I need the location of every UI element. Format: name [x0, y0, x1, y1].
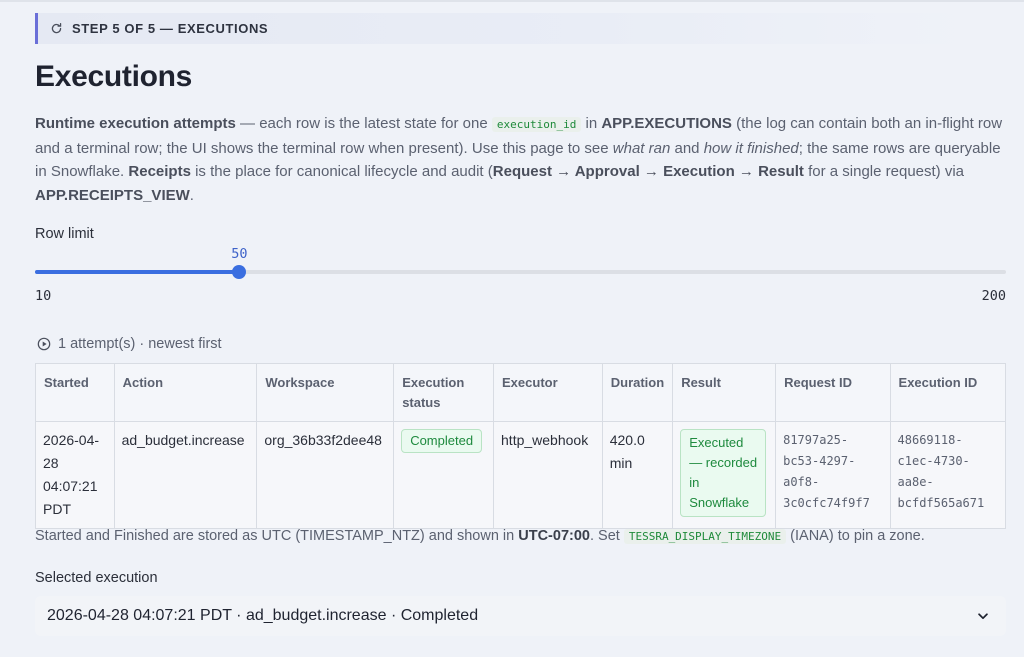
attempts-text: 1 attempt(s) · newest first [58, 336, 222, 352]
attempts-summary: 1 attempt(s) · newest first [37, 336, 222, 352]
column-header[interactable]: Execution status [393, 363, 495, 422]
intro-text: in [581, 115, 602, 132]
intro-lead: Runtime execution attempts [35, 115, 236, 132]
column-header[interactable]: Workspace [256, 363, 395, 422]
cell-status: Completed [393, 421, 495, 529]
cell-action: ad_budget.increase [113, 421, 258, 529]
intro-text: is the place for canonical lifecycle and… [190, 163, 493, 180]
row-limit-label: Row limit [35, 226, 94, 242]
intro-emphasis: how it finished [703, 139, 799, 157]
selected-execution-select[interactable]: 2026-04-28 04:07:21 PDT · ad_budget.incr… [35, 596, 1006, 636]
status-badge: Completed [401, 429, 483, 453]
result-badge: Executed — recorded in Snowflake [680, 429, 767, 517]
intro-text: . [189, 186, 194, 204]
lifecycle-flow: Request → Approval → Execution → Result [492, 163, 804, 180]
column-header[interactable]: Action [113, 363, 258, 422]
cell-request-id: 81797a25-bc53-4297-a0f8-3c0cfc74f9f7 [775, 421, 891, 529]
column-header[interactable]: Result [672, 363, 777, 422]
timezone-env-code: TESSRA_DISPLAY_TIMEZONE [623, 529, 787, 544]
execution-id-code: execution_id [491, 117, 582, 132]
top-divider [0, 0, 1024, 2]
executions-table-name: APP.EXECUTIONS [601, 115, 732, 132]
footnote-text: (IANA) to pin a zone. [786, 528, 925, 544]
footnote-text: Started and Finished are stored as UTC (… [35, 528, 519, 544]
cell-execution-id: 48669118-c1ec-4730-aa8e-bcfdf565a671 [889, 421, 1007, 529]
cell-duration: 420.0 min [601, 421, 674, 529]
intro-emphasis: what ran [612, 139, 671, 157]
refresh-icon [50, 22, 63, 35]
receipts-view-name: APP.RECEIPTS_VIEW [35, 186, 190, 204]
slider-max-label: 200 [981, 288, 1006, 304]
cell-executor: http_webhook [493, 421, 603, 529]
slider-thumb[interactable] [232, 265, 247, 279]
step-banner-text: STEP 5 OF 5 — EXECUTIONS [72, 21, 269, 36]
intro-text: for a single request) via [803, 163, 965, 180]
row-limit-value: 50 [231, 246, 248, 262]
intro-paragraph: Runtime execution attempts — each row is… [35, 112, 1005, 207]
table-header-row: Started Action Workspace Execution statu… [35, 363, 1007, 422]
row-limit-slider[interactable] [35, 265, 1006, 279]
timezone-footnote: Started and Finished are stored as UTC (… [35, 528, 925, 544]
table-row[interactable]: 2026-04-28 04:07:21 PDT ad_budget.increa… [35, 421, 1007, 529]
intro-text: — each row is the latest state for one [235, 115, 492, 132]
cell-started: 2026-04-28 04:07:21 PDT [35, 421, 115, 529]
column-header[interactable]: Executor [493, 363, 603, 422]
page-title: Executions [35, 60, 193, 93]
selected-execution-value: 2026-04-28 04:07:21 PDT · ad_budget.incr… [47, 607, 479, 624]
play-circle-icon [37, 337, 51, 351]
display-timezone: UTC-07:00 [518, 528, 590, 544]
column-header[interactable]: Execution ID [889, 363, 1007, 422]
slider-min-label: 10 [35, 288, 52, 304]
receipts-term: Receipts [128, 163, 191, 180]
column-header[interactable]: Duration [601, 363, 674, 422]
selected-execution-label: Selected execution [35, 570, 158, 586]
executions-table: Started Action Workspace Execution statu… [35, 363, 1007, 529]
slider-fill [35, 270, 240, 274]
footnote-text: . Set [589, 528, 624, 544]
column-header[interactable]: Started [35, 363, 115, 422]
intro-text: and [670, 139, 704, 157]
step-banner: STEP 5 OF 5 — EXECUTIONS [35, 13, 970, 44]
column-header[interactable]: Request ID [775, 363, 891, 422]
chevron-down-icon[interactable] [976, 609, 990, 623]
cell-workspace: org_36b33f2dee48 [256, 421, 395, 529]
cell-result: Executed — recorded in Snowflake [672, 421, 777, 529]
